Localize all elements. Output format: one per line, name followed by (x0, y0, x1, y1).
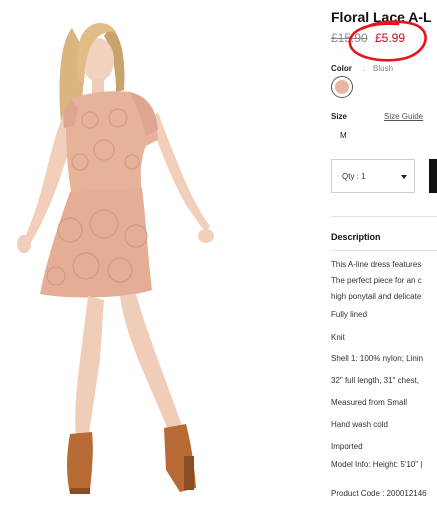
product-code: Product Code : 200012146 (331, 489, 427, 498)
detail-item: Hand wash cold (331, 420, 388, 429)
description-line: The perfect piece for an c (331, 276, 422, 285)
description-line: high ponytail and delicate (331, 292, 422, 301)
chevron-down-icon (401, 175, 407, 179)
size-guide-link[interactable]: Size Guide (384, 112, 423, 121)
sale-price: £5.99 (375, 31, 406, 45)
add-to-bag-button[interactable] (429, 159, 437, 193)
size-label: Size (331, 112, 348, 121)
color-value: Blush (373, 64, 394, 73)
color-label: Color (331, 64, 352, 73)
detail-item: Measured from Small (331, 398, 408, 407)
detail-item: Imported (331, 442, 363, 451)
detail-item: Model Info: Height: 5'10" | (331, 460, 423, 469)
detail-item: Shell 1: 100% nylon; Linin (331, 354, 424, 363)
quantity-label: Qty : 1 (342, 172, 366, 181)
quantity-select[interactable]: Qty : 1 (331, 159, 415, 193)
product-title: Floral Lace A-L (331, 9, 432, 25)
detail-item: Fully lined (331, 310, 368, 319)
product-image[interactable] (0, 0, 300, 509)
product-info-panel: Floral Lace A-L £15.90 £5.99 Color : Blu… (331, 0, 437, 509)
swatch-fill (335, 80, 349, 94)
description-heading: Description (331, 232, 381, 242)
detail-item: 32" full length, 31" chest, (331, 376, 419, 385)
color-swatch-blush[interactable] (331, 76, 353, 98)
divider (331, 250, 437, 251)
detail-item: Knit (331, 333, 345, 342)
divider (331, 216, 437, 217)
original-price: £15.90 (331, 31, 368, 45)
color-separator: : (363, 64, 366, 73)
description-line: This A-line dress features (331, 260, 422, 269)
model-in-dress-illustration (17, 22, 214, 494)
size-option-m[interactable]: M (340, 131, 347, 140)
